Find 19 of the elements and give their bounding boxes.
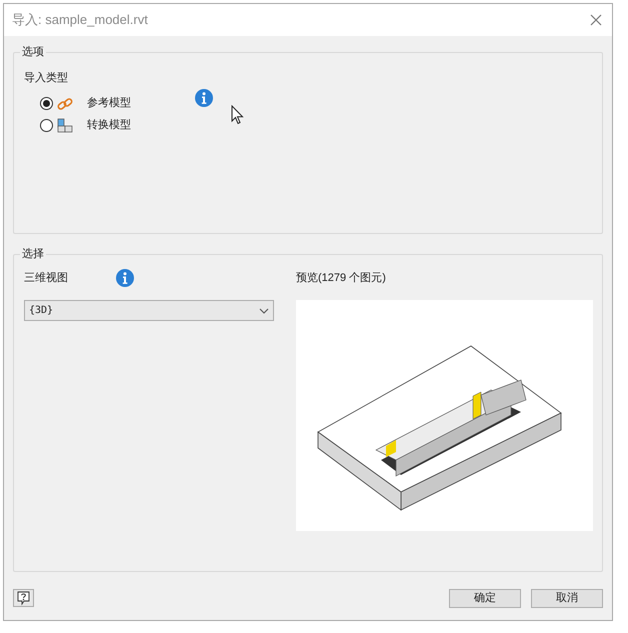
window-title: 导入: sample_model.rvt	[12, 11, 148, 30]
cursor-icon	[231, 105, 244, 125]
dialog-button[interactable]: 取消	[531, 588, 603, 608]
view-label: 三维视图	[24, 270, 68, 286]
radio-button[interactable]	[40, 119, 53, 132]
view-dropdown[interactable]: {3D}	[24, 300, 274, 321]
dialog-button[interactable]: 确定	[449, 588, 521, 608]
preview-label: 预览(1279 个图元)	[296, 270, 386, 286]
radio-label[interactable]: 参考模型	[87, 95, 131, 112]
help-icon[interactable]	[13, 589, 34, 607]
chevron-down-icon	[259, 308, 269, 314]
import-type-label: 导入类型	[24, 72, 68, 84]
chain-link-icon	[57, 96, 73, 110]
radio-button[interactable]	[40, 97, 53, 110]
blocks-icon	[57, 118, 73, 133]
info-icon[interactable]	[195, 89, 213, 107]
radio-label[interactable]: 转换模型	[87, 117, 131, 134]
close-icon[interactable]	[590, 14, 602, 26]
info-icon[interactable]	[116, 269, 134, 287]
